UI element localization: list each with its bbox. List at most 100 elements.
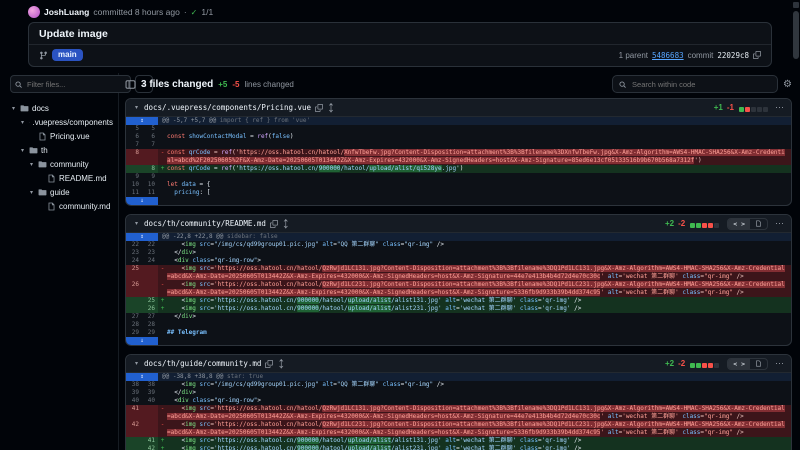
old-line-number[interactable]: 26 bbox=[126, 281, 142, 297]
tree-item-pricing-vue[interactable]: Pricing.vue bbox=[10, 129, 113, 143]
author-avatar[interactable] bbox=[28, 6, 40, 18]
old-line-number[interactable]: 25 bbox=[126, 265, 142, 281]
old-line-number[interactable]: 9 bbox=[126, 173, 142, 181]
old-line-number[interactable]: 6 bbox=[126, 133, 142, 141]
new-line-number[interactable] bbox=[142, 149, 158, 165]
new-line-number[interactable] bbox=[142, 281, 158, 297]
new-line-number[interactable]: 22 bbox=[142, 241, 158, 249]
old-line-number[interactable] bbox=[126, 437, 142, 445]
old-line-number[interactable] bbox=[126, 445, 142, 450]
new-line-number[interactable]: 40 bbox=[142, 397, 158, 405]
new-line-number[interactable]: 24 bbox=[142, 257, 158, 265]
new-line-number[interactable]: 27 bbox=[142, 313, 158, 321]
search-within-code-input[interactable] bbox=[630, 79, 771, 90]
old-line-number[interactable]: 8 bbox=[126, 149, 142, 165]
old-line-number[interactable] bbox=[126, 305, 142, 313]
expand-file-button[interactable]: ↕ bbox=[327, 99, 335, 117]
new-line-number[interactable]: 9 bbox=[142, 173, 158, 181]
page-scrollbar[interactable] bbox=[793, 0, 799, 450]
new-line-number[interactable]: 5 bbox=[142, 125, 158, 133]
copy-path-button[interactable] bbox=[270, 220, 278, 228]
old-line-number[interactable]: 22 bbox=[126, 241, 142, 249]
new-line-number[interactable]: 29 bbox=[142, 329, 158, 337]
expand-file-button[interactable]: ↕ bbox=[282, 215, 290, 233]
rich-view-button[interactable] bbox=[750, 359, 767, 369]
tree-item-docs[interactable]: ▾docs bbox=[10, 101, 113, 115]
new-line-number[interactable] bbox=[142, 265, 158, 281]
chevron-down-icon[interactable]: ▾ bbox=[28, 189, 35, 196]
old-line-number[interactable]: 27 bbox=[126, 313, 142, 321]
tree-item-community-md[interactable]: community.md bbox=[10, 199, 113, 213]
chevron-down-icon[interactable]: ▾ bbox=[19, 147, 26, 154]
scrollbar-thumb[interactable] bbox=[793, 11, 799, 59]
old-line-number[interactable]: 5 bbox=[126, 125, 142, 133]
source-view-button[interactable]: < > bbox=[728, 359, 750, 369]
old-line-number[interactable]: 24 bbox=[126, 257, 142, 265]
old-line-number[interactable]: 28 bbox=[126, 321, 142, 329]
new-line-number[interactable]: 41 bbox=[142, 437, 158, 445]
expand-down-button[interactable]: ↓ bbox=[126, 337, 158, 345]
collapse-file-chevron-icon[interactable]: ▾ bbox=[133, 220, 140, 227]
old-line-number[interactable]: 42 bbox=[126, 421, 142, 437]
new-line-number[interactable]: 10 bbox=[142, 181, 158, 189]
file-options-kebab-button[interactable]: ⋯ bbox=[775, 218, 784, 229]
new-line-number[interactable]: 23 bbox=[142, 249, 158, 257]
tree-item-guide[interactable]: ▾guide bbox=[10, 185, 113, 199]
new-line-number[interactable]: 26 bbox=[142, 305, 158, 313]
old-line-number[interactable]: 7 bbox=[126, 141, 142, 149]
old-line-number[interactable]: 40 bbox=[126, 397, 142, 405]
new-line-number[interactable]: 28 bbox=[142, 321, 158, 329]
tree-item--vuepress-components[interactable]: ▾.vuepress/components bbox=[10, 115, 113, 129]
file-path[interactable]: docs/th/community/README.md bbox=[144, 219, 266, 228]
chevron-down-icon[interactable]: ▾ bbox=[28, 161, 35, 168]
new-line-number[interactable]: 11 bbox=[142, 189, 158, 197]
checks-count[interactable]: 1/1 bbox=[201, 7, 213, 17]
diff-settings-gear-button[interactable]: ⚙ bbox=[783, 79, 792, 90]
copy-path-button[interactable] bbox=[265, 360, 273, 368]
expand-down-button[interactable]: ↓ bbox=[126, 197, 158, 205]
collapse-file-chevron-icon[interactable]: ▾ bbox=[133, 104, 140, 111]
old-line-number[interactable]: 41 bbox=[126, 405, 142, 421]
file-options-kebab-button[interactable]: ⋯ bbox=[775, 358, 784, 369]
collapse-file-chevron-icon[interactable]: ▾ bbox=[133, 360, 140, 367]
old-line-number[interactable] bbox=[126, 165, 142, 173]
tree-item-readme-md[interactable]: README.md bbox=[10, 171, 113, 185]
filter-files-input[interactable] bbox=[25, 79, 126, 90]
commit-author[interactable]: JoshLuang bbox=[44, 7, 89, 17]
old-line-number[interactable]: 11 bbox=[126, 189, 142, 197]
checks-success-icon[interactable]: ✓ bbox=[191, 8, 198, 17]
copy-path-button[interactable] bbox=[315, 104, 323, 112]
branch-badge[interactable]: main bbox=[52, 49, 83, 61]
old-line-number[interactable]: 23 bbox=[126, 249, 142, 257]
new-line-number[interactable]: 39 bbox=[142, 389, 158, 397]
copy-sha-icon[interactable] bbox=[753, 51, 761, 59]
file-path[interactable]: docs/th/guide/community.md bbox=[144, 359, 261, 368]
new-line-number[interactable]: 8 bbox=[142, 165, 158, 173]
chevron-down-icon[interactable]: ▾ bbox=[10, 105, 17, 112]
new-line-number[interactable] bbox=[142, 421, 158, 437]
tree-item-community[interactable]: ▾community bbox=[10, 157, 113, 171]
expand-hunk-button[interactable]: ↕ bbox=[126, 373, 158, 381]
new-line-number[interactable]: 42 bbox=[142, 445, 158, 450]
new-line-number[interactable]: 7 bbox=[142, 141, 158, 149]
scrollbar-top-button[interactable] bbox=[793, 2, 799, 8]
old-line-number[interactable]: 10 bbox=[126, 181, 142, 189]
tree-item-th[interactable]: ▾th bbox=[10, 143, 113, 157]
source-view-button[interactable]: < > bbox=[728, 219, 750, 229]
old-line-number[interactable]: 39 bbox=[126, 389, 142, 397]
new-line-number[interactable]: 25 bbox=[142, 297, 158, 305]
old-line-number[interactable] bbox=[126, 297, 142, 305]
rich-view-button[interactable] bbox=[750, 219, 767, 229]
old-line-number[interactable]: 29 bbox=[126, 329, 142, 337]
parent-sha-link[interactable]: 5486683 bbox=[652, 51, 684, 60]
expand-hunk-button[interactable]: ↕ bbox=[126, 233, 158, 241]
new-line-number[interactable]: 6 bbox=[142, 133, 158, 141]
expand-hunk-button[interactable]: ↕ bbox=[126, 117, 158, 125]
new-line-number[interactable]: 38 bbox=[142, 381, 158, 389]
file-tree-toggle-button[interactable] bbox=[125, 79, 136, 90]
file-options-kebab-button[interactable]: ⋯ bbox=[775, 102, 784, 113]
file-path[interactable]: docs/.vuepress/components/Pricing.vue bbox=[144, 103, 311, 112]
expand-file-button[interactable]: ↕ bbox=[277, 355, 285, 373]
old-line-number[interactable]: 38 bbox=[126, 381, 142, 389]
chevron-down-icon[interactable]: ▾ bbox=[19, 119, 26, 126]
